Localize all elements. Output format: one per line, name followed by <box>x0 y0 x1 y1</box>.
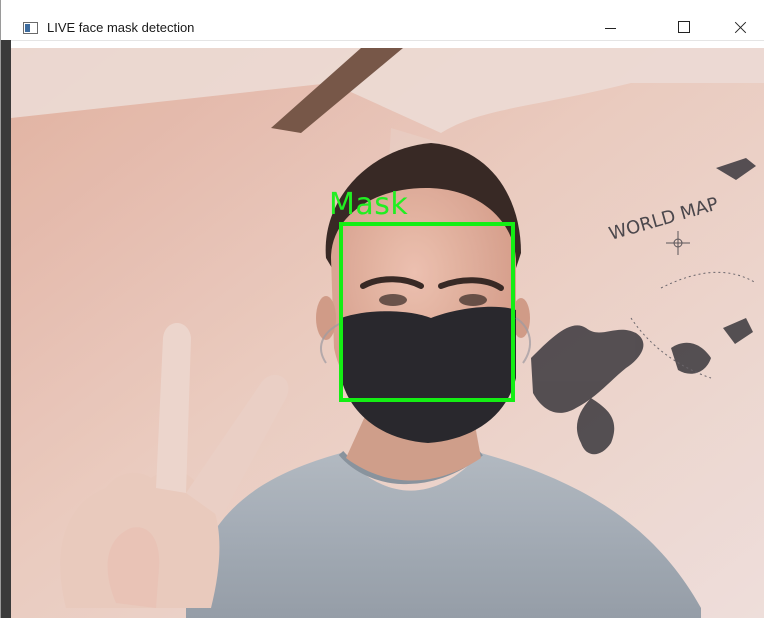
window-title: LIVE face mask detection <box>47 20 195 35</box>
maximize-button[interactable] <box>661 10 707 40</box>
opencv-window-icon <box>23 22 38 34</box>
video-feed: WORLD MAP Mask <box>11 48 764 618</box>
close-icon <box>734 21 747 34</box>
window-edge <box>1 40 11 618</box>
minimize-icon <box>604 27 616 29</box>
title-bar[interactable]: LIVE face mask detection <box>1 0 764 41</box>
app-window: LIVE face mask detection WORLD MAP Mask <box>0 0 764 618</box>
detection-label: Mask <box>329 187 409 222</box>
close-button[interactable] <box>717 10 763 40</box>
minimize-button[interactable] <box>587 10 633 40</box>
face-bounding-box <box>339 222 515 402</box>
maximize-icon <box>678 21 690 33</box>
